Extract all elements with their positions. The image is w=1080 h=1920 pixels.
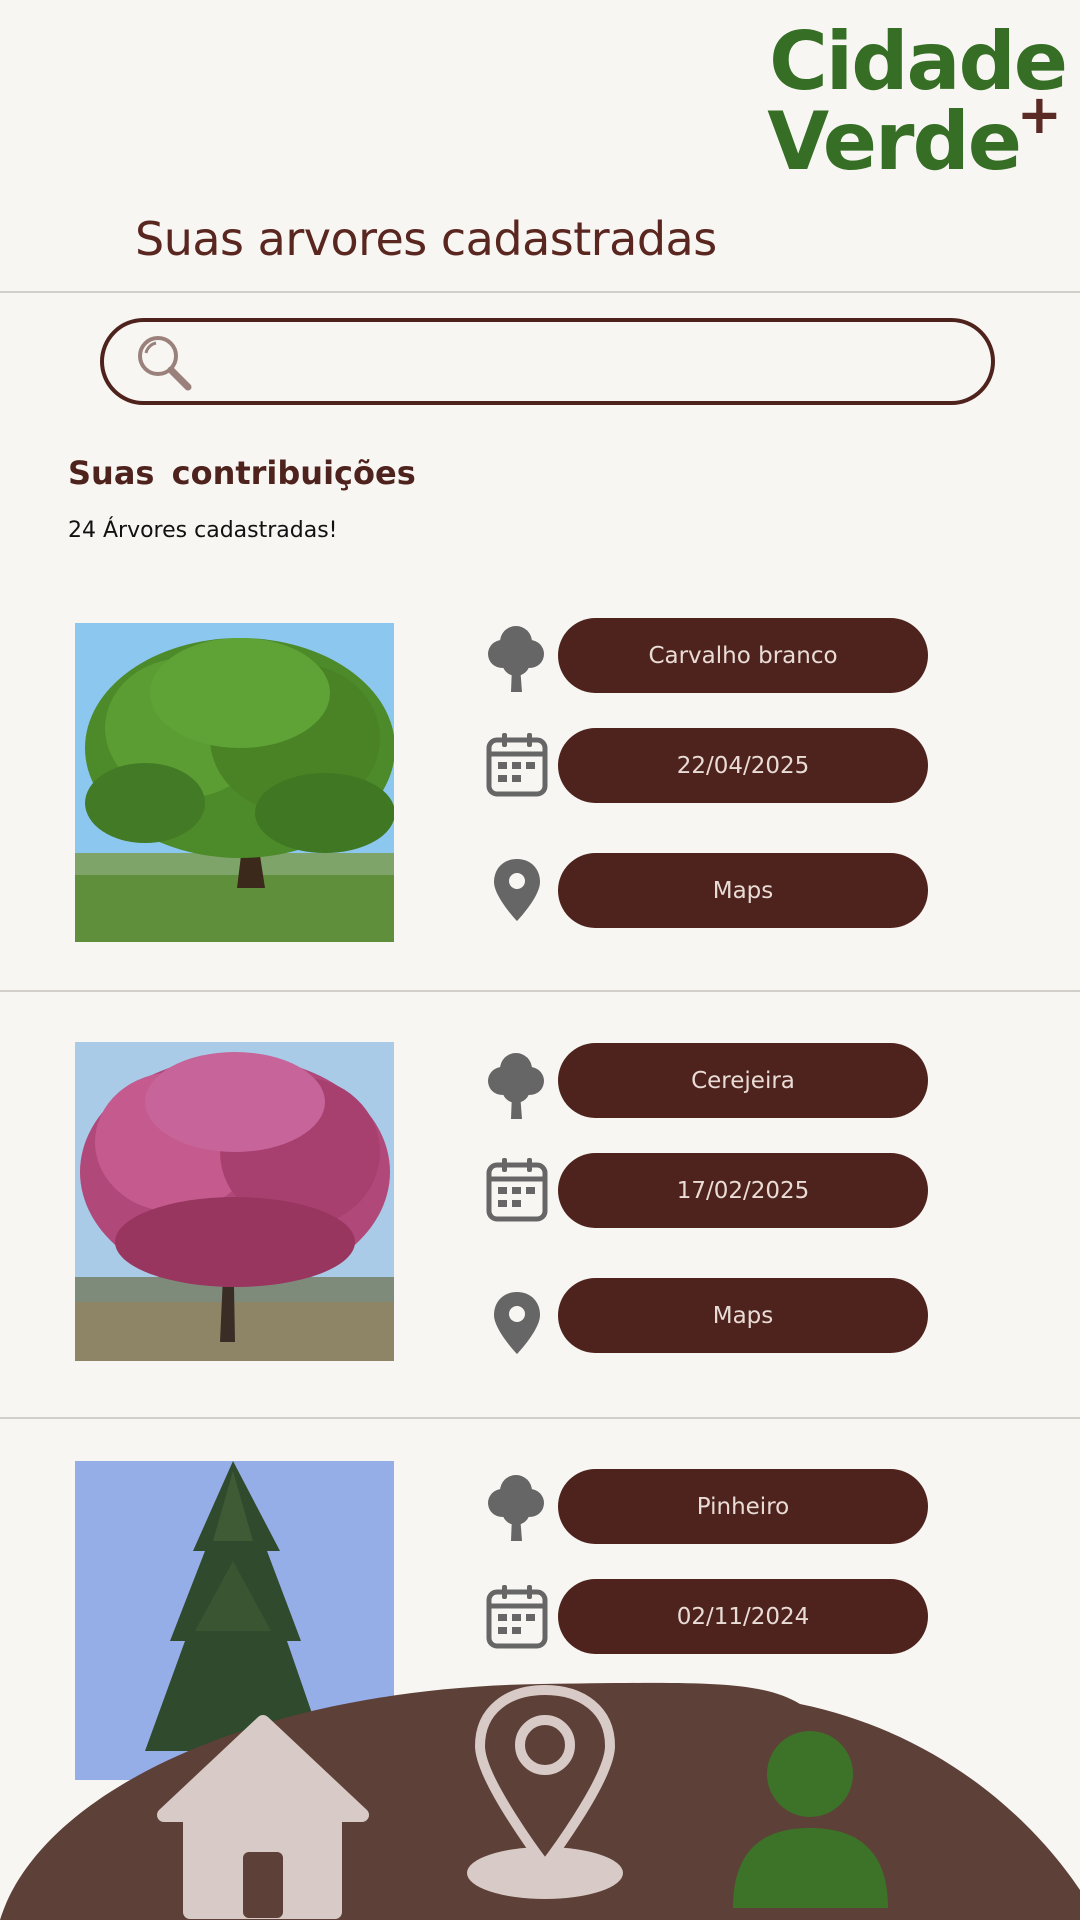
tree-name-pill[interactable]: Cerejeira <box>558 1043 928 1118</box>
tree-name-pill[interactable]: Pinheiro <box>558 1469 928 1544</box>
bottom-nav <box>0 1682 1080 1920</box>
page-title: Suas arvores cadastradas <box>135 212 717 266</box>
header-divider <box>0 291 1080 293</box>
tree-date-pill[interactable]: 17/02/2025 <box>558 1153 928 1228</box>
tree-date-pill[interactable]: 02/11/2024 <box>558 1579 928 1654</box>
tree-date-pill[interactable]: 22/04/2025 <box>558 728 928 803</box>
cherry-tree-photo[interactable] <box>75 1042 394 1361</box>
tree-icon <box>488 1053 544 1119</box>
logo-plus: + <box>1016 83 1062 146</box>
calendar-icon <box>486 1158 548 1222</box>
location-pin-icon <box>494 1292 540 1354</box>
contributions-title: Suas contribuições <box>68 454 416 492</box>
calendar-icon <box>486 733 548 797</box>
search-icon <box>138 336 192 391</box>
tree-maps-button[interactable]: Maps <box>558 853 928 928</box>
tree-icon <box>488 626 544 692</box>
calendar-icon <box>486 1585 548 1649</box>
location-pin-icon <box>494 859 540 921</box>
tree-icon <box>488 1475 544 1541</box>
entry-divider <box>0 990 1080 992</box>
tree-maps-button[interactable]: Maps <box>558 1278 928 1353</box>
oak-tree-photo[interactable] <box>75 623 394 942</box>
tree-name-pill[interactable]: Carvalho branco <box>558 618 928 693</box>
search-input[interactable] <box>100 318 995 405</box>
entry-divider <box>0 1417 1080 1419</box>
logo-text-verde: Verde <box>767 95 1022 188</box>
contributions-count: 24 Árvores cadastradas! <box>68 518 338 543</box>
app-logo: Cidade Verde + <box>766 22 1068 188</box>
